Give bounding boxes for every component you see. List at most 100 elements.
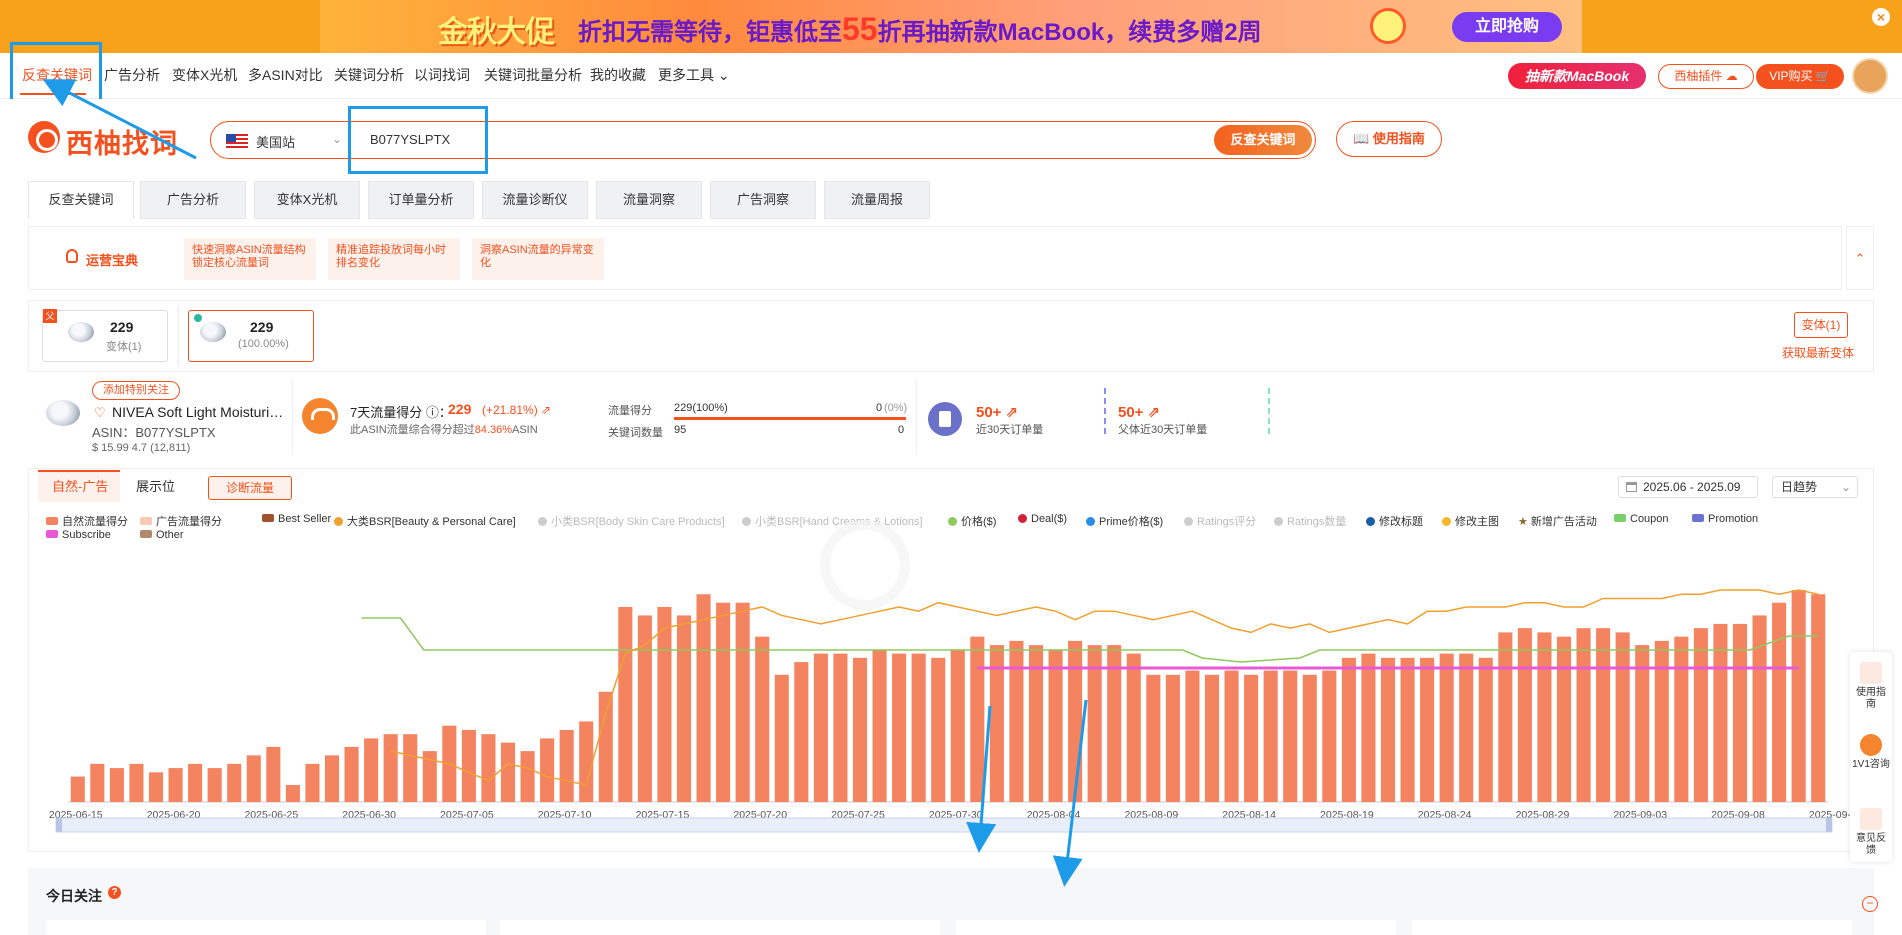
parent-orders-30d-label: 父体近30天订单量 [1118,424,1208,436]
bar [109,768,124,802]
nav-item-more-tools[interactable]: 更多工具 ⌄ [658,65,730,85]
legend-item[interactable]: Coupon [1614,513,1669,525]
tab-reverse-keyword[interactable]: 反查关键词 [28,181,134,219]
bar [1420,657,1435,802]
chart-tab-natural-ad[interactable]: 自然-广告 [52,476,108,495]
legend-item[interactable]: Prime价格($) [1086,513,1163,529]
legend-item[interactable]: Ratings数量 [1274,513,1346,529]
bar [950,649,965,802]
bar [1811,594,1826,802]
bar [344,746,359,802]
legend-item[interactable]: 修改标题 [1366,513,1423,529]
tab-traffic-insight[interactable]: 流量洞察 [596,181,702,219]
usage-guide-button[interactable]: 📖 使用指南 [1336,121,1442,157]
legend-item[interactable]: 价格($) [948,513,996,529]
heart-icon[interactable]: ♡ [94,405,106,421]
variant-count-button[interactable]: 变体(1) [1794,312,1848,338]
nav-item-multi-asin[interactable]: 多ASIN对比 [248,65,323,85]
date-range-picker[interactable]: 2025.06 - 2025.09 [1618,476,1758,498]
side-feedback-button[interactable]: 意见反馈 [1852,808,1890,857]
bar [637,615,652,802]
reverse-keyword-search-button[interactable]: 反查关键词 [1214,125,1312,155]
today-card [1412,920,1852,935]
legend-item[interactable]: 大类BSR[Beauty & Personal Care] [334,513,516,529]
legend-item[interactable]: 小类BSR[Body Skin Care Products] [538,513,725,529]
avatar[interactable] [1852,58,1888,94]
nav-item-word-to-word[interactable]: 以词找词 [414,65,470,85]
dashed-divider [1104,388,1106,434]
bar [266,746,281,802]
chart-tab-display[interactable]: 展示位 [136,476,175,495]
bar [305,763,320,802]
promo-buy-button[interactable]: 立即抢购 [1452,12,1562,42]
today-card [46,920,486,935]
tab-traffic-weekly[interactable]: 流量周报 [824,181,930,219]
tab-ad-insight[interactable]: 广告洞察 [710,181,816,219]
minimize-icon[interactable]: − [1862,896,1878,912]
legend-marker [1018,514,1027,523]
divider [178,306,179,366]
nav-item-ad-analysis[interactable]: 广告分析 [104,65,160,85]
nav-item-favorites[interactable]: 我的收藏 [590,65,646,85]
legend-item[interactable]: ★ 新增广告活动 [1518,513,1597,529]
parent-variant-count: 变体(1) [106,341,142,353]
tip-card[interactable]: 精准追踪投放词每小时排名变化 [328,238,460,280]
nav-item-keyword-analysis[interactable]: 关键词分析 [334,65,404,85]
help-icon[interactable]: ? [108,886,121,899]
highlight-box-nav [10,42,102,106]
legend-item[interactable]: Promotion [1692,513,1758,525]
product-name[interactable]: NIVEA Soft Light Moisturising Cream [112,404,290,420]
bar [403,734,418,802]
bar [500,742,516,802]
nav-item-variant-xray[interactable]: 变体X光机 [172,65,237,85]
parent-variant-score: 229 [110,319,134,335]
parent-variant-card[interactable] [42,310,168,362]
parent-orders-30d-value: 50+ ⇗ [1118,404,1161,421]
bar [579,721,594,802]
bar [1439,653,1454,802]
legend-label: Best Seller [278,513,332,525]
bar [657,606,672,802]
close-icon[interactable]: × [1872,8,1890,26]
traffic-score-right-value: 0 [876,402,883,414]
tab-traffic-diagnosis[interactable]: 流量诊断仪 [482,181,588,219]
vip-buy-button[interactable]: VIP购买 🛒 [1756,64,1844,89]
legend-item[interactable]: 修改主图 [1442,513,1499,529]
legend-item[interactable]: Deal($) [1018,513,1067,525]
bar [1674,636,1689,802]
bar [872,649,887,802]
legend-item[interactable]: 自然流量得分 [46,513,128,529]
legend-item[interactable]: Ratings评分 [1184,513,1256,529]
side-consult-button[interactable]: 1V1咨询 [1852,734,1890,771]
keyword-count-left: 95 [674,424,687,436]
tab-order-analysis[interactable]: 订单量分析 [368,181,474,219]
legend-item[interactable]: 小类BSR[Hand Creams & Lotions] [742,513,923,529]
site-select[interactable]: 美国站 [256,132,295,151]
bar [598,691,613,802]
plugin-button[interactable]: 西柚插件 ☁ [1658,64,1754,89]
refresh-variants-link[interactable]: 获取最新变体 [1782,344,1854,361]
legend-item[interactable]: 广告流量得分 [140,513,222,529]
chevron-down-icon[interactable]: ⌄ [332,132,342,146]
tip-card[interactable]: 快速洞察ASIN流量结构锁定核心流量词 [184,238,316,280]
diagnose-traffic-button[interactable]: 诊断流量 [208,476,292,500]
tip-card[interactable]: 洞察ASIN流量的异常变化 [472,238,604,280]
bar [696,594,711,802]
bar [1165,674,1180,802]
logo-text[interactable]: 西柚找词 [66,122,178,161]
divider [916,380,917,454]
legend-marker [1086,517,1095,526]
tab-ad-analysis[interactable]: 广告分析 [140,181,246,219]
trend-granularity-select[interactable]: 日趋势 ⌄ [1772,476,1858,498]
tab-variant-xray[interactable]: 变体X光机 [254,181,360,219]
nav-item-batch-keyword[interactable]: 关键词批量分析 [484,65,582,85]
macbook-lottery-button[interactable]: 抽新款MacBook [1508,63,1646,89]
side-guide-button[interactable]: 使用指南 [1852,662,1890,711]
legend-label: Coupon [1630,513,1669,525]
legend-item[interactable]: Best Seller [262,513,331,525]
order-icon [928,402,962,436]
collapse-up-icon[interactable]: ⌃ [1846,226,1874,290]
promo-banner[interactable]: 金秋大促 折扣无需等待，钜惠低至55折再抽新款MacBook，续费多赠2周 立即… [0,0,1902,53]
bar [1322,670,1337,802]
add-special-follow-button[interactable]: 添加特别关注 [92,381,180,400]
